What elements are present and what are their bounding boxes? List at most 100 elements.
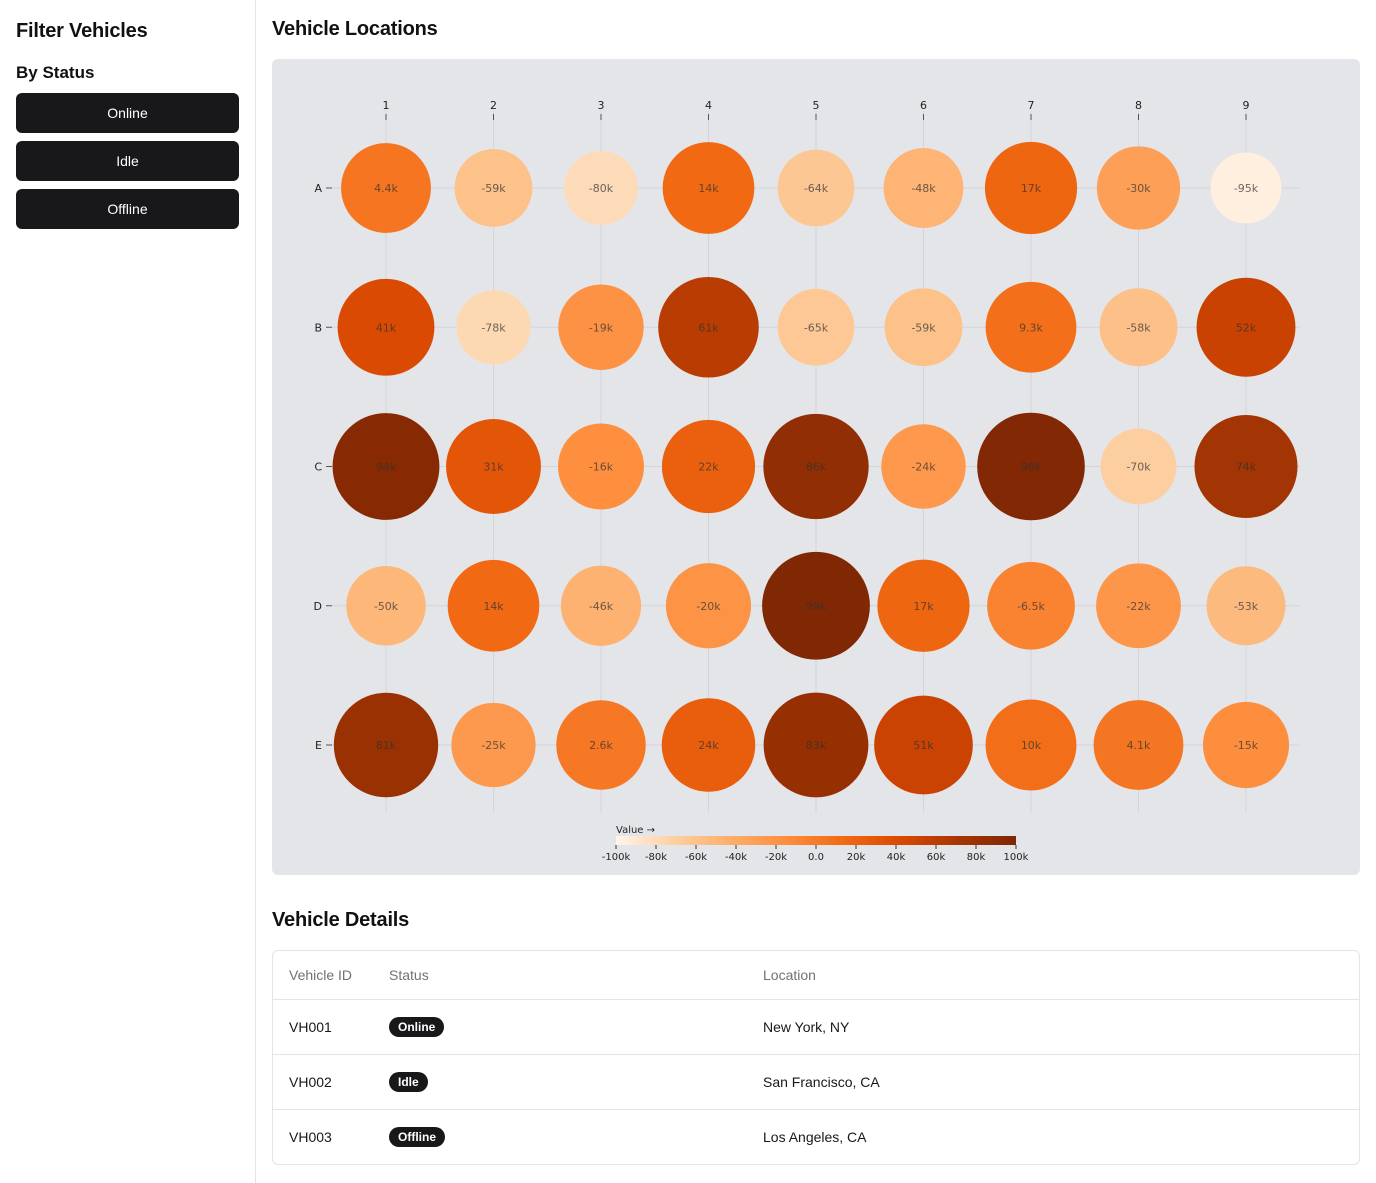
bubble-value-label: 31k <box>483 461 504 474</box>
bubble-value-label: 2.6k <box>589 739 613 752</box>
x-axis-tick-label: 7 <box>1028 99 1035 112</box>
bubble-value-label: 4.1k <box>1127 739 1151 752</box>
bubble-value-label: -24k <box>911 461 936 474</box>
bubble-value-label: 41k <box>376 321 397 334</box>
bubble-value-label: 81k <box>376 739 397 752</box>
bubble-value-label: -95k <box>1234 182 1259 195</box>
header-status[interactable]: Status <box>373 951 747 1000</box>
bubble-value-label: -48k <box>911 182 936 195</box>
status-badge: Online <box>389 1016 445 1037</box>
legend-tick-label: -20k <box>765 852 787 863</box>
header-location[interactable]: Location <box>747 951 1359 1000</box>
x-axis-tick-label: 6 <box>920 99 927 112</box>
legend-tick-label: 80k <box>967 852 986 863</box>
legend-tick-label: -100k <box>602 852 631 863</box>
cell-status: Offline <box>373 1109 747 1164</box>
y-axis-tick-label: B <box>314 321 322 334</box>
y-axis-tick-label: C <box>314 461 322 474</box>
bubble-value-label: -70k <box>1126 461 1151 474</box>
bubble-value-label: -65k <box>804 321 829 334</box>
bubble-value-label: 24k <box>698 739 719 752</box>
bubble-value-label: 94k <box>376 461 397 474</box>
bubble-value-label: 9.3k <box>1019 321 1043 334</box>
bubble-value-label: 17k <box>1021 182 1042 195</box>
cell-location: Los Angeles, CA <box>763 1128 867 1145</box>
legend-tick-label: -40k <box>725 852 747 863</box>
bubble-value-label: 61k <box>698 321 719 334</box>
legend-tick-label: 60k <box>927 852 946 863</box>
bubble-value-label: 83k <box>806 739 827 752</box>
heatmap-svg: 1 2 3 4 5 6 7 8 9 A B C D E 4.4k -59k -80k 14k -64k -48k 17k… <box>314 99 1300 863</box>
bubble-value-label: 17k <box>913 600 934 613</box>
bubble-value-label: -58k <box>1126 321 1151 334</box>
cell-location: New York, NY <box>747 999 1359 1055</box>
vehicle-details-table: Vehicle ID Status Location VH001 Online … <box>272 950 1360 1165</box>
bubble-value-label: -59k <box>911 321 936 334</box>
filter-online-button[interactable]: Online <box>16 93 239 133</box>
table-row[interactable]: VH003 Offline Los Angeles, CA <box>273 1109 1359 1164</box>
legend-title: Value → <box>616 825 655 836</box>
cell-status: Online <box>373 999 747 1055</box>
bubble-value-label: -30k <box>1126 182 1151 195</box>
bubble-value-label: 52k <box>1236 321 1257 334</box>
bubble-value-label: 14k <box>698 182 719 195</box>
details-title: Vehicle Details <box>272 909 410 931</box>
y-axis-tick-label: A <box>314 182 322 195</box>
x-axis-tick-label: 4 <box>705 99 712 112</box>
table-row[interactable]: VH002 Idle San Francisco, CA <box>273 1054 1359 1110</box>
x-axis-tick-label: 3 <box>598 99 605 112</box>
table-row[interactable]: VH001 Online New York, NY <box>273 999 1359 1055</box>
bubble-value-label: -80k <box>589 182 614 195</box>
header-vehicle-id[interactable]: Vehicle ID <box>273 951 373 1000</box>
status-filter-heading: By Status <box>16 63 95 82</box>
vehicle-locations-chart: 1 2 3 4 5 6 7 8 9 A B C D E 4.4k -59k -80k 14k -64k -48k 17k… <box>272 59 1360 875</box>
bubble-value-label: 51k <box>913 739 934 752</box>
x-axis-tick-label: 8 <box>1135 99 1142 112</box>
status-badge: Idle <box>389 1071 428 1092</box>
legend-tick-label: 0.0 <box>808 852 824 863</box>
sidebar-title: Filter Vehicles <box>16 20 148 42</box>
cell-vehicle-id: VH001 <box>273 999 373 1055</box>
app-root: Filter Vehicles By Status Online Idle Of… <box>0 0 1376 1183</box>
cell-location: San Francisco, CA <box>747 1054 1359 1110</box>
x-axis-tick-label: 2 <box>490 99 497 112</box>
x-axis-tick-label: 9 <box>1243 99 1250 112</box>
bubble-value-label: 14k <box>483 600 504 613</box>
x-axis-tick-label: 1 <box>383 99 390 112</box>
locations-title: Vehicle Locations <box>272 18 438 40</box>
filter-idle-button[interactable]: Idle <box>16 141 239 181</box>
bubble-value-label: -78k <box>481 321 506 334</box>
legend-tick-label: -60k <box>685 852 707 863</box>
filter-offline-button[interactable]: Offline <box>16 189 239 229</box>
bubble-value-label: -6.5k <box>1017 600 1045 613</box>
bubble-value-label: -46k <box>589 600 614 613</box>
bubble-value-label: 4.4k <box>374 182 398 195</box>
y-axis-tick-label: D <box>314 600 322 613</box>
bubble-value-label: 98k <box>1021 461 1042 474</box>
bubble-value-label: 74k <box>1236 461 1257 474</box>
bubble-value-label: 10k <box>1021 739 1042 752</box>
status-badge: Offline <box>389 1126 445 1147</box>
cell-vehicle-id: VH002 <box>273 1054 373 1110</box>
bubble-value-label: -19k <box>589 321 614 334</box>
y-axis-tick-label: E <box>315 739 322 752</box>
x-axis-tick-label: 5 <box>813 99 820 112</box>
legend-tick-label: 40k <box>887 852 906 863</box>
bubble-value-label: -15k <box>1234 739 1259 752</box>
legend-tick-label: -80k <box>645 852 667 863</box>
bubble-value-label: -22k <box>1126 600 1151 613</box>
bubble-value-label: -53k <box>1234 600 1259 613</box>
legend-color-bar <box>616 836 1016 845</box>
bubble-value-label: -16k <box>589 461 614 474</box>
bubble-value-label: -20k <box>696 600 721 613</box>
sidebar: Filter Vehicles By Status Online Idle Of… <box>0 0 256 1183</box>
bubble-value-label: -25k <box>481 739 506 752</box>
table-header-row: Vehicle ID Status Location <box>273 951 1359 1000</box>
legend-tick-label: 100k <box>1004 852 1029 863</box>
bubble-value-label: -59k <box>481 182 506 195</box>
bubble-value-label: 22k <box>698 461 719 474</box>
main-content: Vehicle Locations 1 2 3 4 5 6 7 8 9 A B C D E 4.4k -59k… <box>256 0 1376 1183</box>
cell-status: Idle <box>373 1054 747 1110</box>
bubble-value-label: -50k <box>374 600 399 613</box>
legend-tick-label: 20k <box>847 852 866 863</box>
